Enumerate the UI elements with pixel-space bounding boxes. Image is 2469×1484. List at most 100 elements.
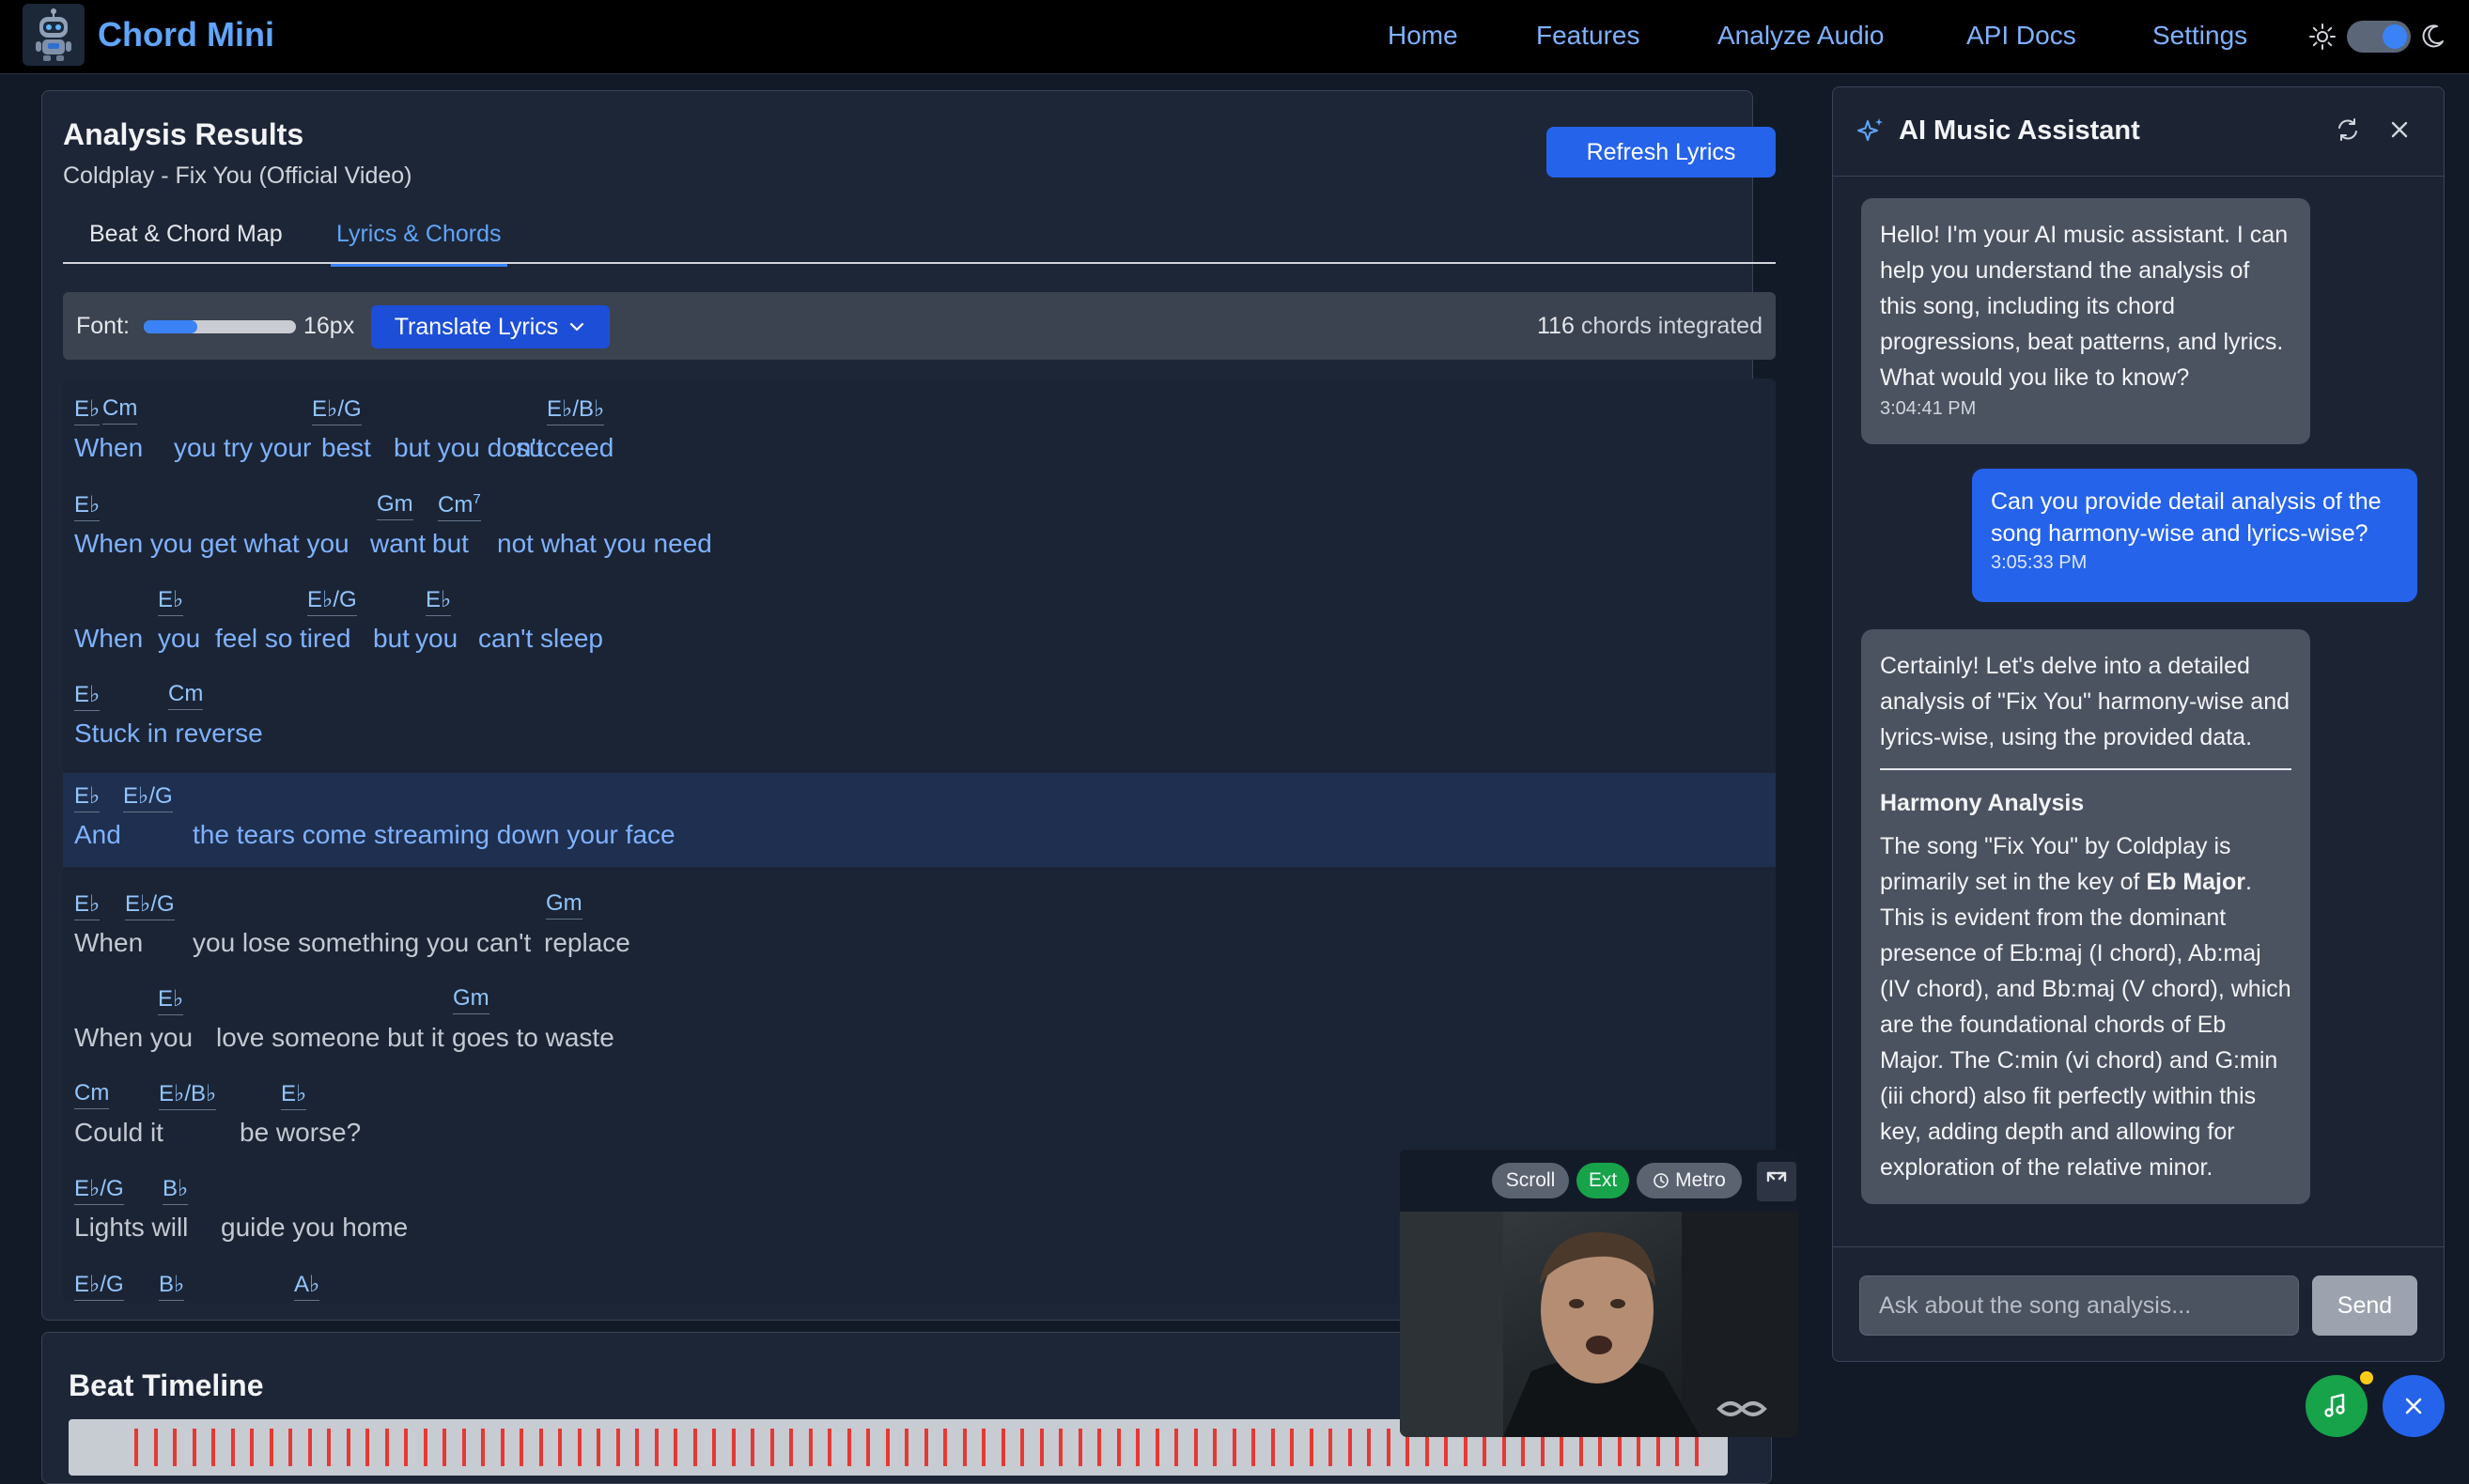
- beat-marker: [1232, 1429, 1236, 1466]
- beat-marker: [384, 1429, 389, 1466]
- lyric-line[interactable]: E♭ Cm Stuck in reverse: [63, 672, 1776, 765]
- font-size-slider[interactable]: [144, 320, 296, 333]
- tab-beat-chord-map[interactable]: Beat & Chord Map: [89, 221, 283, 248]
- nav-features[interactable]: Features: [1536, 21, 1640, 51]
- nav-api-docs[interactable]: API Docs: [1966, 21, 2076, 51]
- beat-marker: [769, 1429, 774, 1466]
- refresh-lyrics-button[interactable]: Refresh Lyrics: [1546, 127, 1776, 178]
- beat-marker: [558, 1429, 562, 1466]
- beat-marker: [982, 1429, 986, 1466]
- chord-label[interactable]: E♭: [74, 782, 101, 812]
- beat-marker: [1039, 1429, 1044, 1466]
- chord-label[interactable]: E♭: [281, 1080, 307, 1110]
- chord-label[interactable]: E♭/G: [312, 395, 362, 425]
- chord-label[interactable]: E♭/G: [74, 1271, 124, 1301]
- ext-toggle[interactable]: Ext: [1576, 1163, 1629, 1198]
- beat-marker: [481, 1429, 485, 1466]
- beat-marker: [962, 1429, 967, 1466]
- beat-marker: [269, 1429, 273, 1466]
- beat-marker: [789, 1429, 793, 1466]
- lyric-word: Lights will: [74, 1213, 189, 1242]
- beat-timeline-title: Beat Timeline: [69, 1368, 264, 1402]
- font-label: Font:: [76, 313, 130, 339]
- chord-label[interactable]: E♭: [74, 890, 101, 920]
- send-button[interactable]: Send: [2312, 1275, 2417, 1336]
- beat-marker: [654, 1429, 659, 1466]
- close-icon: [2405, 1398, 2422, 1414]
- lyric-line[interactable]: E♭ E♭/G Gm When you lose something you can't…: [63, 881, 1776, 975]
- chord-label[interactable]: E♭: [74, 395, 101, 425]
- tab-lyrics-chords[interactable]: Lyrics & Chords: [331, 221, 507, 267]
- robot-logo-icon: [36, 8, 71, 61]
- assistant-message: Certainly! Let's delve into a detailed a…: [1861, 629, 2310, 1204]
- close-fab-button[interactable]: [2383, 1375, 2445, 1437]
- chevron-down-icon: [570, 322, 584, 332]
- close-panel-icon[interactable]: [2387, 117, 2412, 142]
- nav-home[interactable]: Home: [1388, 21, 1458, 51]
- lyric-line[interactable]: E♭ E♭/G E♭ When you feel so tired but you can't s…: [63, 577, 1776, 671]
- beat-marker: [905, 1429, 908, 1466]
- chord-label[interactable]: Cm: [168, 681, 204, 710]
- lyric-line[interactable]: E♭ E♭/G And the tears come streaming down y…: [63, 773, 1776, 867]
- lyric-line[interactable]: E♭ Gm Cm7 When you get what you want but not w…: [63, 482, 1776, 576]
- beat-marker: [500, 1429, 505, 1466]
- lyric-line[interactable]: E♭ Gm When you love someone but it goes to w…: [63, 976, 1776, 1070]
- translate-lyrics-button[interactable]: Translate Lyrics: [371, 305, 610, 348]
- chord-count-number: 116: [1537, 313, 1575, 339]
- nav-settings[interactable]: Settings: [2152, 21, 2247, 51]
- beat-marker: [404, 1429, 408, 1466]
- video-thumbnail: [1400, 1212, 1798, 1437]
- chord-label[interactable]: E♭/G: [125, 890, 175, 920]
- beat-marker: [597, 1429, 600, 1466]
- chord-label[interactable]: E♭/G: [123, 782, 173, 812]
- video-player[interactable]: [1400, 1212, 1798, 1437]
- lyric-line[interactable]: E♭ Cm E♭/G E♭/B♭ When you try your best but you…: [63, 386, 1776, 480]
- analysis-card: Analysis Results Coldplay - Fix You (Off…: [41, 90, 1776, 1321]
- chord-label[interactable]: E♭/G: [307, 586, 357, 616]
- beat-marker: [924, 1429, 928, 1466]
- expand-video-button[interactable]: [1757, 1162, 1796, 1201]
- nav-analyze-audio[interactable]: Analyze Audio: [1717, 21, 1884, 51]
- chord-label[interactable]: B♭: [159, 1271, 185, 1301]
- chord-label[interactable]: Gm: [453, 985, 489, 1014]
- chord-label[interactable]: A♭: [294, 1271, 320, 1301]
- logo[interactable]: [23, 4, 85, 66]
- beat-marker: [1001, 1429, 1005, 1466]
- assistant-message-scroll[interactable]: Certainly! Let's delve into a detailed a…: [1861, 629, 2310, 1230]
- beat-marker: [134, 1429, 138, 1466]
- beat-marker: [808, 1429, 813, 1466]
- chord-label[interactable]: Gm: [377, 491, 413, 520]
- ai-assistant-panel: AI Music Assistant Hello! I'm your AI mu…: [1832, 86, 2445, 1362]
- beat-marker: [943, 1429, 947, 1466]
- harmony-paragraph: The song "Fix You" by Coldplay is primar…: [1880, 828, 2291, 1185]
- chord-label[interactable]: E♭/B♭: [159, 1080, 217, 1110]
- notification-dot: [2360, 1371, 2373, 1384]
- beat-marker: [828, 1429, 831, 1466]
- chord-label[interactable]: E♭: [74, 491, 101, 521]
- theme-toggle[interactable]: [2347, 21, 2411, 53]
- refresh-icon[interactable]: [2334, 116, 2362, 144]
- ask-input[interactable]: [1859, 1275, 2299, 1336]
- chord-label[interactable]: B♭: [163, 1175, 189, 1205]
- chord-label[interactable]: Cm7: [438, 491, 481, 521]
- chord-label[interactable]: Gm: [546, 890, 582, 920]
- music-fab-button[interactable]: [2306, 1375, 2368, 1437]
- chord-label[interactable]: E♭: [158, 586, 184, 616]
- beat-marker: [538, 1429, 543, 1466]
- scroll-toggle[interactable]: Scroll: [1492, 1163, 1569, 1198]
- beat-marker: [307, 1429, 312, 1466]
- metro-toggle[interactable]: Metro: [1637, 1163, 1742, 1198]
- chord-label[interactable]: Cm: [74, 1080, 110, 1109]
- chord-label[interactable]: E♭: [74, 681, 101, 711]
- chord-label[interactable]: E♭/G: [74, 1175, 124, 1205]
- beat-marker: [1174, 1429, 1178, 1466]
- chord-label[interactable]: Cm: [102, 395, 138, 425]
- message-time: 3:04:41 PM: [1880, 398, 1977, 419]
- chord-label[interactable]: E♭: [158, 985, 184, 1015]
- chord-label[interactable]: E♭: [426, 586, 452, 616]
- beat-marker: [577, 1429, 582, 1466]
- brand-name[interactable]: Chord Mini: [98, 15, 274, 54]
- chord-label[interactable]: E♭/B♭: [547, 395, 605, 425]
- beat-marker: [1193, 1429, 1198, 1466]
- beat-marker: [751, 1429, 754, 1466]
